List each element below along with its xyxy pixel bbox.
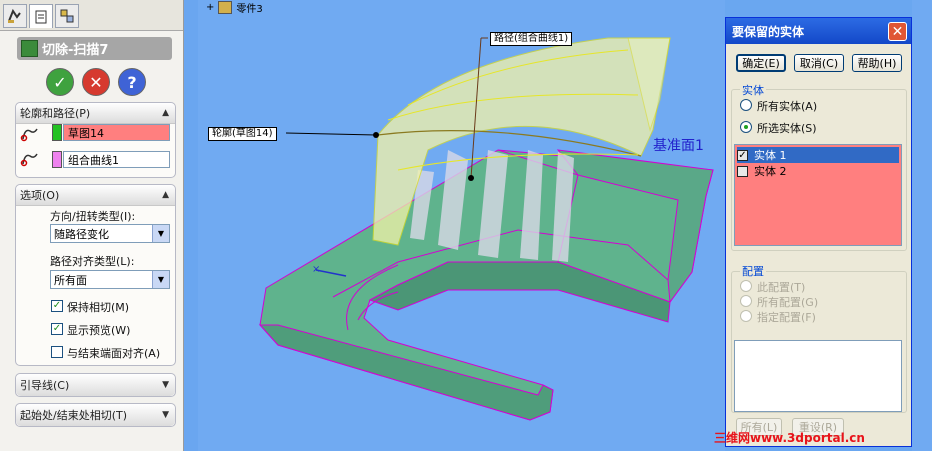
help-button[interactable]: ? xyxy=(118,68,146,96)
property-manager-tab[interactable] xyxy=(29,4,53,28)
bodies-list[interactable]: ✓ 实体 1 实体 2 xyxy=(734,144,902,246)
watermark: 三维网www.3dportal.cn xyxy=(714,431,865,445)
align-type-label: 路径对齐类型(L): xyxy=(50,255,135,268)
align-end-label: 与结束端面对齐(A) xyxy=(67,347,161,360)
ok-button[interactable]: ✓ xyxy=(46,68,74,96)
spec-config-label: 指定配置(F) xyxy=(757,311,816,324)
dialog-ok-button[interactable]: 确定(E) xyxy=(736,54,786,72)
orient-type-value: 随路径变化 xyxy=(54,227,109,241)
config-group-label: 配置 xyxy=(740,263,766,279)
cut-sweep-icon xyxy=(21,40,38,57)
this-config-label: 此配置(T) xyxy=(757,281,806,294)
configuration-manager-icon xyxy=(60,9,74,23)
path-selection-box[interactable]: 组合曲线1 xyxy=(63,151,170,168)
help-icon: ? xyxy=(127,72,137,92)
selected-bodies-radio[interactable] xyxy=(740,121,752,133)
selected-bodies-label: 所选实体(S) xyxy=(757,122,817,135)
path-icon xyxy=(20,153,38,167)
dialog-title: 要保留的实体 xyxy=(732,24,805,39)
collapse-up-icon: ▲ xyxy=(162,190,169,200)
config-list[interactable] xyxy=(734,340,902,412)
tangency-label: 起始处/结束处相切(T) xyxy=(20,409,128,422)
expand-down-icon: ▼ xyxy=(162,380,169,390)
part-name: 零件3 xyxy=(236,4,263,15)
property-manager-icon xyxy=(35,10,47,23)
body-1-label: 实体 1 xyxy=(754,149,787,162)
panel-splitter[interactable] xyxy=(184,0,198,451)
profile-path-header-label: 轮廓和路径(P) xyxy=(20,107,91,120)
dialog-cancel-button[interactable]: 取消(C) xyxy=(794,54,844,72)
profile-color-swatch xyxy=(52,124,62,141)
path-value: 组合曲线1 xyxy=(68,153,119,167)
body-item-2[interactable]: 实体 2 xyxy=(737,163,899,179)
guide-curves-label: 引导线(C) xyxy=(20,379,70,392)
feature-title-text: 切除-扫描7 xyxy=(42,43,109,58)
dialog-close-button[interactable]: ✕ xyxy=(888,22,907,41)
manager-tabs xyxy=(0,0,183,31)
part-tree-root[interactable]: + 零件3 xyxy=(206,0,263,15)
show-preview-label: 显示预览(W) xyxy=(67,324,131,337)
right-edge-strip xyxy=(912,0,932,451)
body-2-checkbox[interactable] xyxy=(737,165,748,177)
model-view: × xyxy=(258,37,714,421)
bodies-to-keep-dialog: 要保留的实体 ✕ 确定(E) 取消(C) 帮助(H) 实体 所有实体(A) 所选… xyxy=(725,17,912,447)
feature-manager-tab[interactable] xyxy=(3,4,27,28)
path-callout[interactable]: 路径(组合曲线1) xyxy=(490,32,573,46)
expand-down-icon: ▼ xyxy=(162,410,169,420)
body-2-label: 实体 2 xyxy=(754,165,787,178)
chevron-down-icon: ▼ xyxy=(152,271,169,288)
all-config-label: 所有配置(G) xyxy=(757,296,819,309)
dialog-help-button[interactable]: 帮助(H) xyxy=(852,54,902,72)
cancel-button[interactable]: ✕ xyxy=(82,68,110,96)
all-bodies-label: 所有实体(A) xyxy=(757,100,818,113)
chevron-down-icon: ▼ xyxy=(152,225,169,242)
guide-curves-group[interactable]: 引导线(C) ▼ xyxy=(15,373,176,397)
body-1-checkbox[interactable]: ✓ xyxy=(737,149,748,161)
tangency-group[interactable]: 起始处/结束处相切(T) ▼ xyxy=(15,403,176,427)
plane-label: 基准面1 xyxy=(653,138,704,154)
feature-manager-icon xyxy=(8,8,21,23)
configuration-manager-tab[interactable] xyxy=(55,4,79,28)
close-icon: ✕ xyxy=(89,72,103,92)
profile-selection-box[interactable]: 草图14 xyxy=(63,124,170,141)
options-header-label: 选项(O) xyxy=(20,189,60,202)
feature-title: 切除-扫描7 xyxy=(17,37,172,60)
bodies-group-label: 实体 xyxy=(740,82,766,98)
graphics-viewport[interactable]: × + 零件3 路径(组合曲线1) 轮廓(草图14) 基准面1 xyxy=(198,0,725,451)
profile-value: 草图14 xyxy=(68,126,104,140)
align-type-select[interactable]: 所有面 ▼ xyxy=(50,270,170,289)
profile-icon xyxy=(20,128,38,142)
show-preview-checkbox[interactable]: ✓ xyxy=(51,323,63,335)
options-header[interactable]: 选项(O) ▲ xyxy=(16,185,175,206)
profile-path-header[interactable]: 轮廓和路径(P) ▲ xyxy=(16,103,175,124)
expand-plus-icon: + xyxy=(206,2,215,13)
keep-tangent-checkbox[interactable]: ✓ xyxy=(51,300,63,312)
property-manager-panel: 切除-扫描7 ✓ ✕ ? 轮廓和路径(P) ▲ 草图14 组合曲线1 选项(O)… xyxy=(0,0,184,451)
guide-curves-header[interactable]: 引导线(C) ▼ xyxy=(16,374,175,396)
this-config-radio[interactable] xyxy=(740,280,752,292)
tangency-header[interactable]: 起始处/结束处相切(T) ▼ xyxy=(16,404,175,426)
orient-type-select[interactable]: 随路径变化 ▼ xyxy=(50,224,170,243)
dialog-title-bar: 要保留的实体 ✕ xyxy=(726,18,911,44)
spec-config-radio[interactable] xyxy=(740,310,752,322)
profile-callout[interactable]: 轮廓(草图14) xyxy=(208,127,277,141)
svg-text:×: × xyxy=(312,264,320,275)
path-color-swatch xyxy=(52,151,62,168)
align-end-checkbox[interactable] xyxy=(51,346,63,358)
part-icon xyxy=(218,1,233,14)
all-config-radio[interactable] xyxy=(740,295,752,307)
check-icon: ✓ xyxy=(53,72,67,92)
all-bodies-radio[interactable] xyxy=(740,99,752,111)
collapse-up-icon: ▲ xyxy=(162,108,169,118)
close-icon: ✕ xyxy=(891,23,904,40)
body-item-1[interactable]: ✓ 实体 1 xyxy=(737,147,899,163)
align-type-value: 所有面 xyxy=(54,273,87,287)
keep-tangent-label: 保持相切(M) xyxy=(67,301,130,314)
orient-type-label: 方向/扭转类型(I): xyxy=(50,210,136,223)
